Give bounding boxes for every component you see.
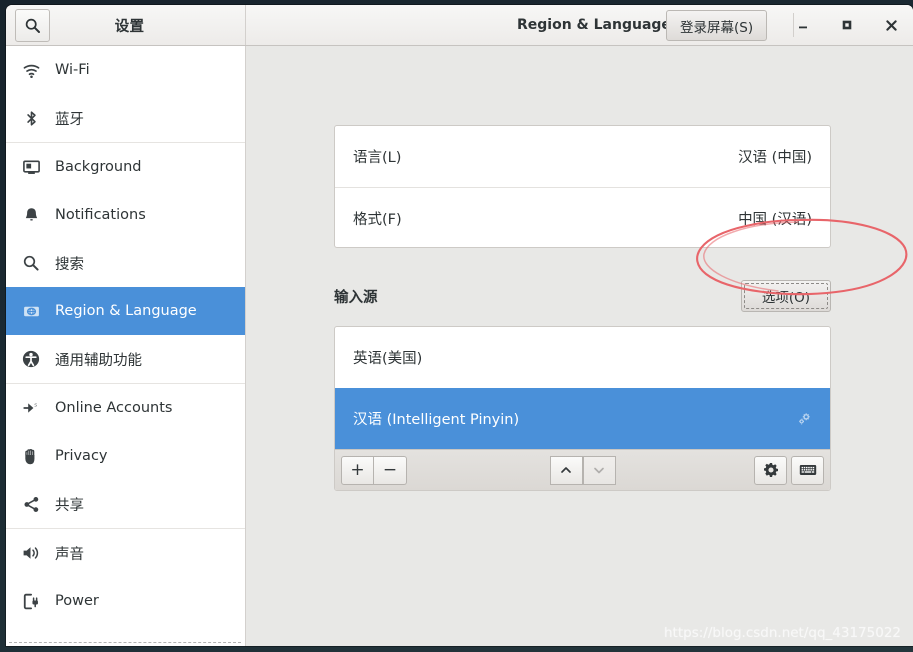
input-source-settings-button[interactable]	[754, 455, 787, 485]
input-sources-toolbar: + −	[335, 449, 830, 490]
sidebar-item-label: 声音	[55, 546, 84, 563]
format-row[interactable]: 格式(F) 中国 (汉语)	[335, 187, 830, 248]
region-language-icon	[16, 302, 46, 321]
add-input-source-button[interactable]: +	[341, 455, 374, 485]
maximize-button[interactable]	[825, 5, 869, 45]
headerbar-right-section: Region & Language 登录屏幕(S)	[246, 5, 913, 45]
bell-icon	[16, 206, 46, 225]
move-down-button[interactable]	[582, 455, 616, 485]
region-language-panel: 语言(L) 汉语 (中国) 格式(F) 中国 (汉语) 输入源 选项(O) 英语…	[246, 46, 913, 646]
search-icon	[16, 254, 46, 272]
bluetooth-icon	[16, 109, 46, 128]
chevron-up-icon	[561, 467, 571, 473]
sidebar-item-label: Region & Language	[55, 303, 197, 319]
login-screen-button-label: 登录屏幕(S)	[680, 19, 754, 36]
move-up-button[interactable]	[549, 455, 583, 485]
input-source-label: 英语(美国)	[353, 351, 423, 367]
language-row[interactable]: 语言(L) 汉语 (中国)	[335, 126, 830, 187]
move-group	[549, 455, 616, 485]
input-source-preferences-icon[interactable]	[796, 411, 812, 427]
sidebar-item-region-language[interactable]: Region & Language	[6, 287, 245, 335]
sidebar-item-label: Privacy	[55, 448, 108, 464]
background-icon	[16, 158, 46, 177]
keyboard-icon	[799, 465, 816, 475]
window-headerbar: 设置 Region & Language 登录屏幕(S)	[6, 5, 913, 46]
sidebar-item-label: 共享	[55, 497, 84, 514]
toolbar-right-group	[750, 455, 824, 485]
sidebar-item-label: Notifications	[55, 207, 146, 223]
input-source-label: 汉语 (Intelligent Pinyin)	[353, 412, 520, 428]
sidebar-item-label: 搜索	[55, 256, 84, 273]
sidebar-item-label: Background	[55, 159, 142, 175]
window-body: Wi-Fi 蓝牙 Background Notifications 搜索 Reg…	[6, 46, 913, 646]
sidebar-item-online-accounts[interactable]: s Online Accounts	[6, 384, 245, 432]
sidebar-item-sharing[interactable]: 共享	[6, 480, 245, 528]
input-sources-heading: 输入源	[334, 290, 378, 306]
settings-window: 设置 Region & Language 登录屏幕(S) Wi-Fi 蓝牙 Ba…	[6, 5, 913, 646]
online-accounts-icon: s	[16, 398, 46, 418]
sidebar-item-power[interactable]: Power	[6, 577, 245, 625]
sidebar-item-label: Wi-Fi	[55, 62, 90, 78]
headerbar-left-section: 设置	[6, 5, 246, 45]
options-button[interactable]: 选项(O)	[741, 280, 831, 312]
input-source-row[interactable]: 英语(美国)	[335, 327, 830, 388]
sharing-icon	[16, 495, 46, 514]
add-remove-group: + −	[341, 455, 407, 485]
sidebar-item-background[interactable]: Background	[6, 143, 245, 191]
panel-title: Region & Language	[517, 17, 671, 33]
sidebar-item-notifications[interactable]: Notifications	[6, 191, 245, 239]
sound-icon	[16, 543, 46, 563]
language-format-card: 语言(L) 汉语 (中国) 格式(F) 中国 (汉语)	[334, 125, 831, 248]
sidebar-item-universal-access[interactable]: 通用辅助功能	[6, 335, 245, 383]
sidebar-item-sound[interactable]: 声音	[6, 529, 245, 577]
wifi-icon	[16, 61, 46, 80]
sidebar-item-label: Online Accounts	[55, 400, 173, 416]
sidebar-item-label: Power	[55, 593, 99, 609]
window-controls	[781, 5, 913, 45]
close-button[interactable]	[869, 5, 913, 45]
remove-input-source-button[interactable]: −	[374, 455, 407, 485]
watermark-text: https://blog.csdn.net/qq_43175022	[663, 625, 901, 641]
search-icon	[25, 18, 40, 33]
add-input-source-label: +	[350, 459, 365, 480]
remove-input-source-label: −	[382, 459, 398, 480]
search-button[interactable]	[15, 8, 50, 42]
sidebar-item-label: 蓝牙	[55, 111, 84, 128]
sidebar-item-bluetooth[interactable]: 蓝牙	[6, 94, 245, 142]
sidebar-item-wifi[interactable]: Wi-Fi	[6, 46, 245, 94]
keyboard-layout-button[interactable]	[791, 455, 824, 485]
sidebar-item-label: 通用辅助功能	[55, 352, 142, 369]
sidebar-focus-indicator	[9, 642, 241, 644]
login-screen-button[interactable]: 登录屏幕(S)	[666, 10, 768, 41]
settings-sidebar: Wi-Fi 蓝牙 Background Notifications 搜索 Reg…	[6, 46, 246, 646]
power-icon	[16, 592, 46, 611]
input-source-row[interactable]: 汉语 (Intelligent Pinyin)	[335, 388, 830, 449]
accessibility-icon	[16, 349, 46, 369]
svg-text:s: s	[34, 403, 37, 409]
maximize-icon	[842, 20, 852, 30]
options-button-label: 选项(O)	[761, 290, 811, 306]
sidebar-item-privacy[interactable]: Privacy	[6, 432, 245, 480]
language-row-label: 语言(L)	[353, 150, 402, 166]
input-sources-card: 英语(美国) 汉语 (Intelligent Pinyin) + −	[334, 326, 831, 491]
minimize-button[interactable]	[781, 5, 825, 45]
sidebar-item-search[interactable]: 搜索	[6, 239, 245, 287]
language-row-value: 汉语 (中国)	[738, 150, 812, 166]
privacy-hand-icon	[16, 447, 46, 466]
format-row-value: 中国 (汉语)	[738, 211, 812, 228]
chevron-down-icon	[594, 467, 604, 474]
close-icon	[885, 19, 897, 31]
minimize-icon	[799, 26, 807, 29]
app-title: 设置	[114, 18, 145, 35]
gear-icon	[763, 463, 778, 477]
format-row-label: 格式(F)	[353, 211, 402, 228]
